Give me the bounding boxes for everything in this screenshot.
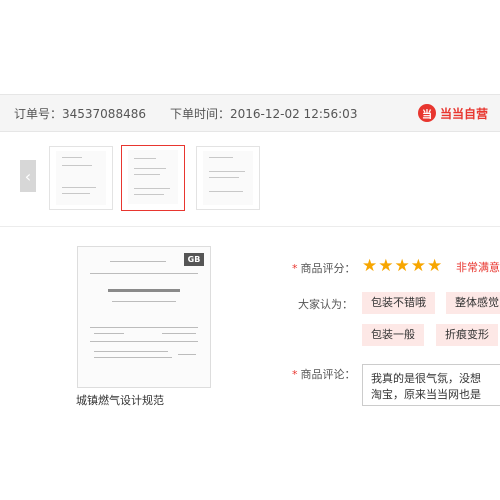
star-icon[interactable]: ★ xyxy=(362,257,377,275)
thumbnail-image xyxy=(56,151,106,205)
product-thumbnail[interactable] xyxy=(196,146,260,210)
comment-text-line: 我真的是很气氛，没想 xyxy=(371,372,481,385)
order-number: 订单号：34537088486 xyxy=(14,107,146,121)
order-info-bar: 订单号：34537088486 下单时间：2016-12-02 12:56:03… xyxy=(0,94,500,132)
comment-textarea[interactable]: 我真的是很气氛，没想 淘宝，原来当当网也是 xyxy=(362,364,500,406)
opinion-label: 大家认为： xyxy=(298,298,353,311)
product-cover-image: GB xyxy=(77,246,211,388)
comment-label-wrap: * 商品评论： xyxy=(292,366,356,382)
star-icon[interactable]: ★ xyxy=(378,257,393,275)
product-name: 城镇燃气设计规范 xyxy=(76,394,164,407)
rating-stars[interactable]: ★ ★ ★ ★ ★ xyxy=(362,257,443,275)
prev-arrow-button[interactable]: ‹ xyxy=(20,160,36,192)
brand-badge: 当 当当自营 xyxy=(417,101,488,125)
gb-standard-logo: GB xyxy=(184,253,204,266)
brand-name: 当当自营 xyxy=(439,106,488,121)
rating-label-wrap: * 商品评分： xyxy=(292,260,356,276)
comment-label: 商品评论： xyxy=(300,368,356,381)
dangdang-logo-icon: 当 xyxy=(417,104,436,122)
rating-label: 商品评分： xyxy=(300,262,356,275)
product-thumbnail[interactable] xyxy=(49,146,113,210)
rating-text: 非常满意 xyxy=(456,261,500,274)
star-icon[interactable]: ★ xyxy=(395,257,410,275)
thumbnail-image xyxy=(128,150,178,204)
opinion-tag[interactable]: 折痕变形 xyxy=(436,324,498,346)
product-thumbnail-selected[interactable] xyxy=(121,145,185,211)
product-thumbnail-strip: ‹ xyxy=(0,140,500,224)
section-divider xyxy=(0,226,500,227)
star-icon[interactable]: ★ xyxy=(411,257,426,275)
comment-text-line: 淘宝，原来当当网也是 xyxy=(371,388,481,401)
opinion-tag[interactable]: 包装不错哦 xyxy=(362,292,435,314)
order-time: 下单时间：2016-12-02 12:56:03 xyxy=(170,107,358,121)
thumbnail-image xyxy=(203,151,253,205)
chevron-left-icon: ‹ xyxy=(24,166,32,186)
opinion-tag[interactable]: 包装一般 xyxy=(362,324,424,346)
required-asterisk: * xyxy=(292,368,298,381)
star-icon[interactable]: ★ xyxy=(427,257,442,275)
opinion-tag[interactable]: 整体感觉 xyxy=(446,292,500,314)
required-asterisk: * xyxy=(292,262,298,275)
cover-title-line xyxy=(108,289,180,292)
